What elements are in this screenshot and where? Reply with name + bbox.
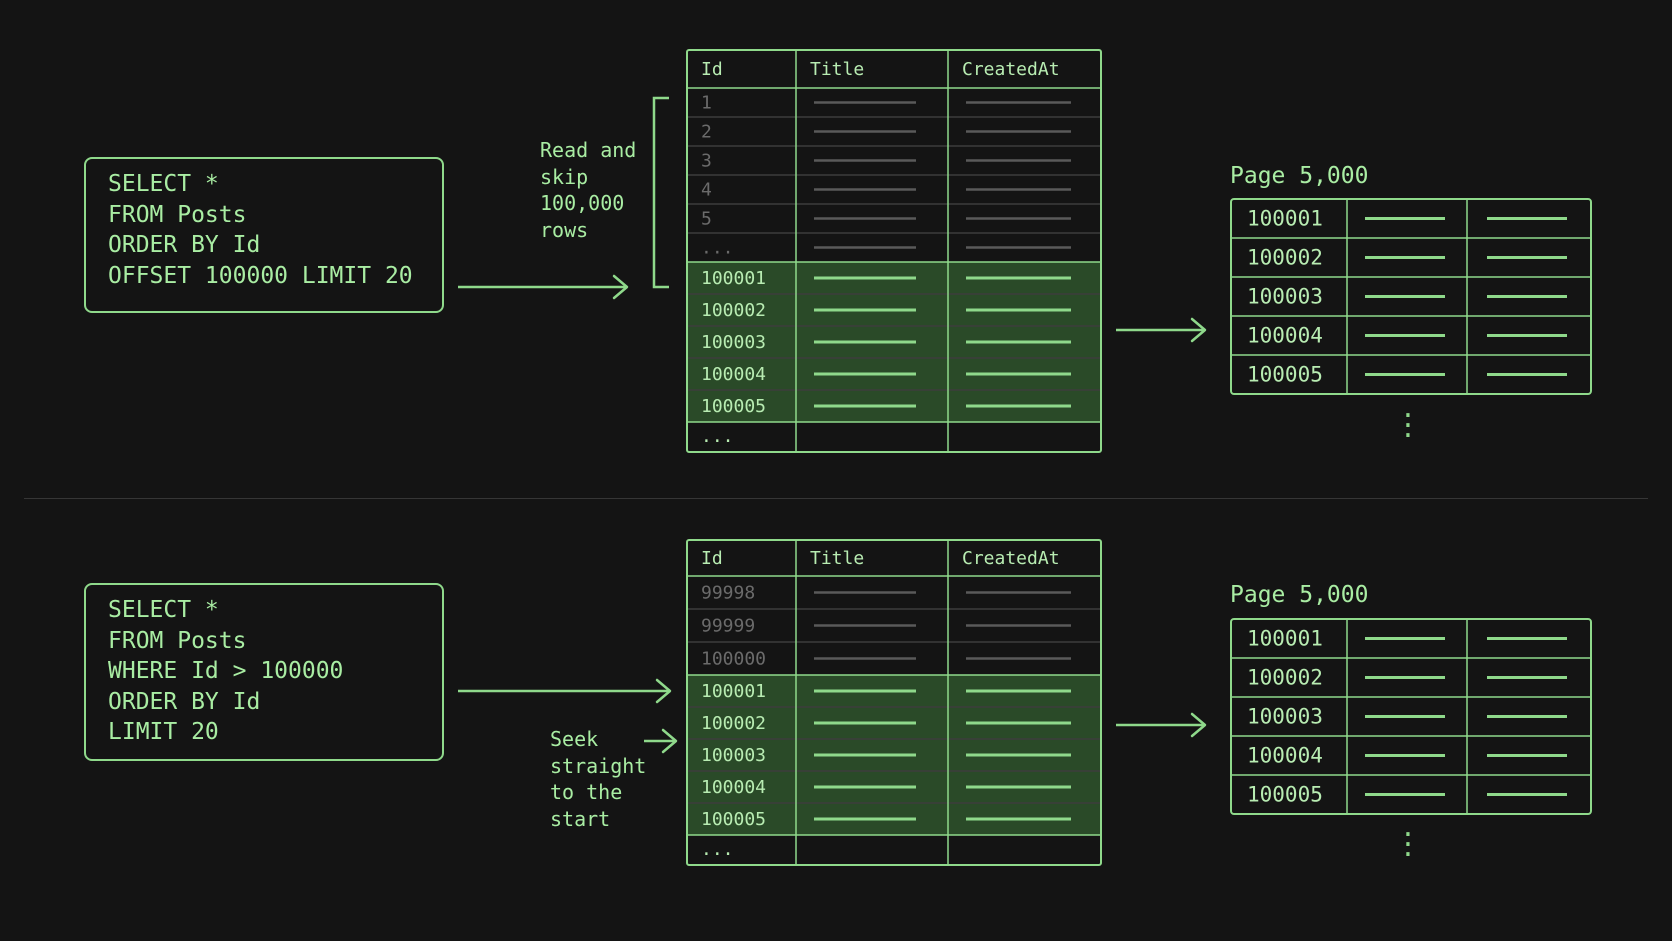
selected-row-id: 100005: [701, 809, 766, 830]
column-header: CreatedAt: [962, 548, 1060, 569]
skipped-row-id: 4: [701, 180, 712, 201]
tail-row: ...: [701, 839, 734, 860]
result-row-id: 100003: [1247, 285, 1323, 309]
skipped-row-id: 3: [701, 151, 712, 172]
selected-row-id: 100003: [701, 745, 766, 766]
diagram-canvas: Id Title CreatedAt 1 2 3 4 5... 100001 100002 1000…: [458, 49, 1592, 866]
column-header: CreatedAt: [962, 59, 1060, 80]
column-header: Id: [701, 548, 723, 569]
result-row-id: 100004: [1247, 744, 1323, 768]
skipped-row-id: 99998: [701, 583, 755, 604]
selected-row-id: 100003: [701, 332, 766, 353]
skipped-row-id: 2: [701, 122, 712, 143]
skipped-row-id: 99999: [701, 616, 755, 637]
skip-bracket: [652, 96, 669, 289]
result-row-id: 100005: [1247, 783, 1323, 807]
table-to-result-arrow: [1116, 317, 1207, 343]
column-header: Title: [810, 59, 864, 80]
selected-row-id: 100002: [701, 300, 766, 321]
skipped-row-id: 5: [701, 209, 712, 230]
skipped-row-id: ...: [701, 238, 734, 259]
result-row-id: 100001: [1247, 207, 1323, 231]
skipped-row-id: 1: [701, 93, 712, 114]
result-row-id: 100004: [1247, 324, 1323, 348]
selected-row-id: 100004: [701, 777, 766, 798]
table-to-result-arrow: [1116, 712, 1207, 738]
seek-arrow: [644, 728, 678, 754]
selected-row-id: 100001: [701, 681, 766, 702]
result-row-id: 100002: [1247, 246, 1323, 270]
selected-row-id: 100002: [701, 713, 766, 734]
column-header: Title: [810, 548, 864, 569]
result-row-id: 100003: [1247, 705, 1323, 729]
column-header: Id: [701, 59, 723, 80]
tail-row: ...: [701, 426, 734, 447]
query-to-table-arrow: [458, 678, 672, 704]
selected-row-id: 100004: [701, 364, 766, 385]
skipped-row-id: 100000: [701, 649, 766, 670]
selected-row-id: 100005: [701, 396, 766, 417]
result-row-id: 100001: [1247, 627, 1323, 651]
result-row-id: 100002: [1247, 666, 1323, 690]
selected-row-id: 100001: [701, 268, 766, 289]
result-row-id: 100005: [1247, 363, 1323, 387]
query-to-table-arrow: [458, 274, 629, 300]
